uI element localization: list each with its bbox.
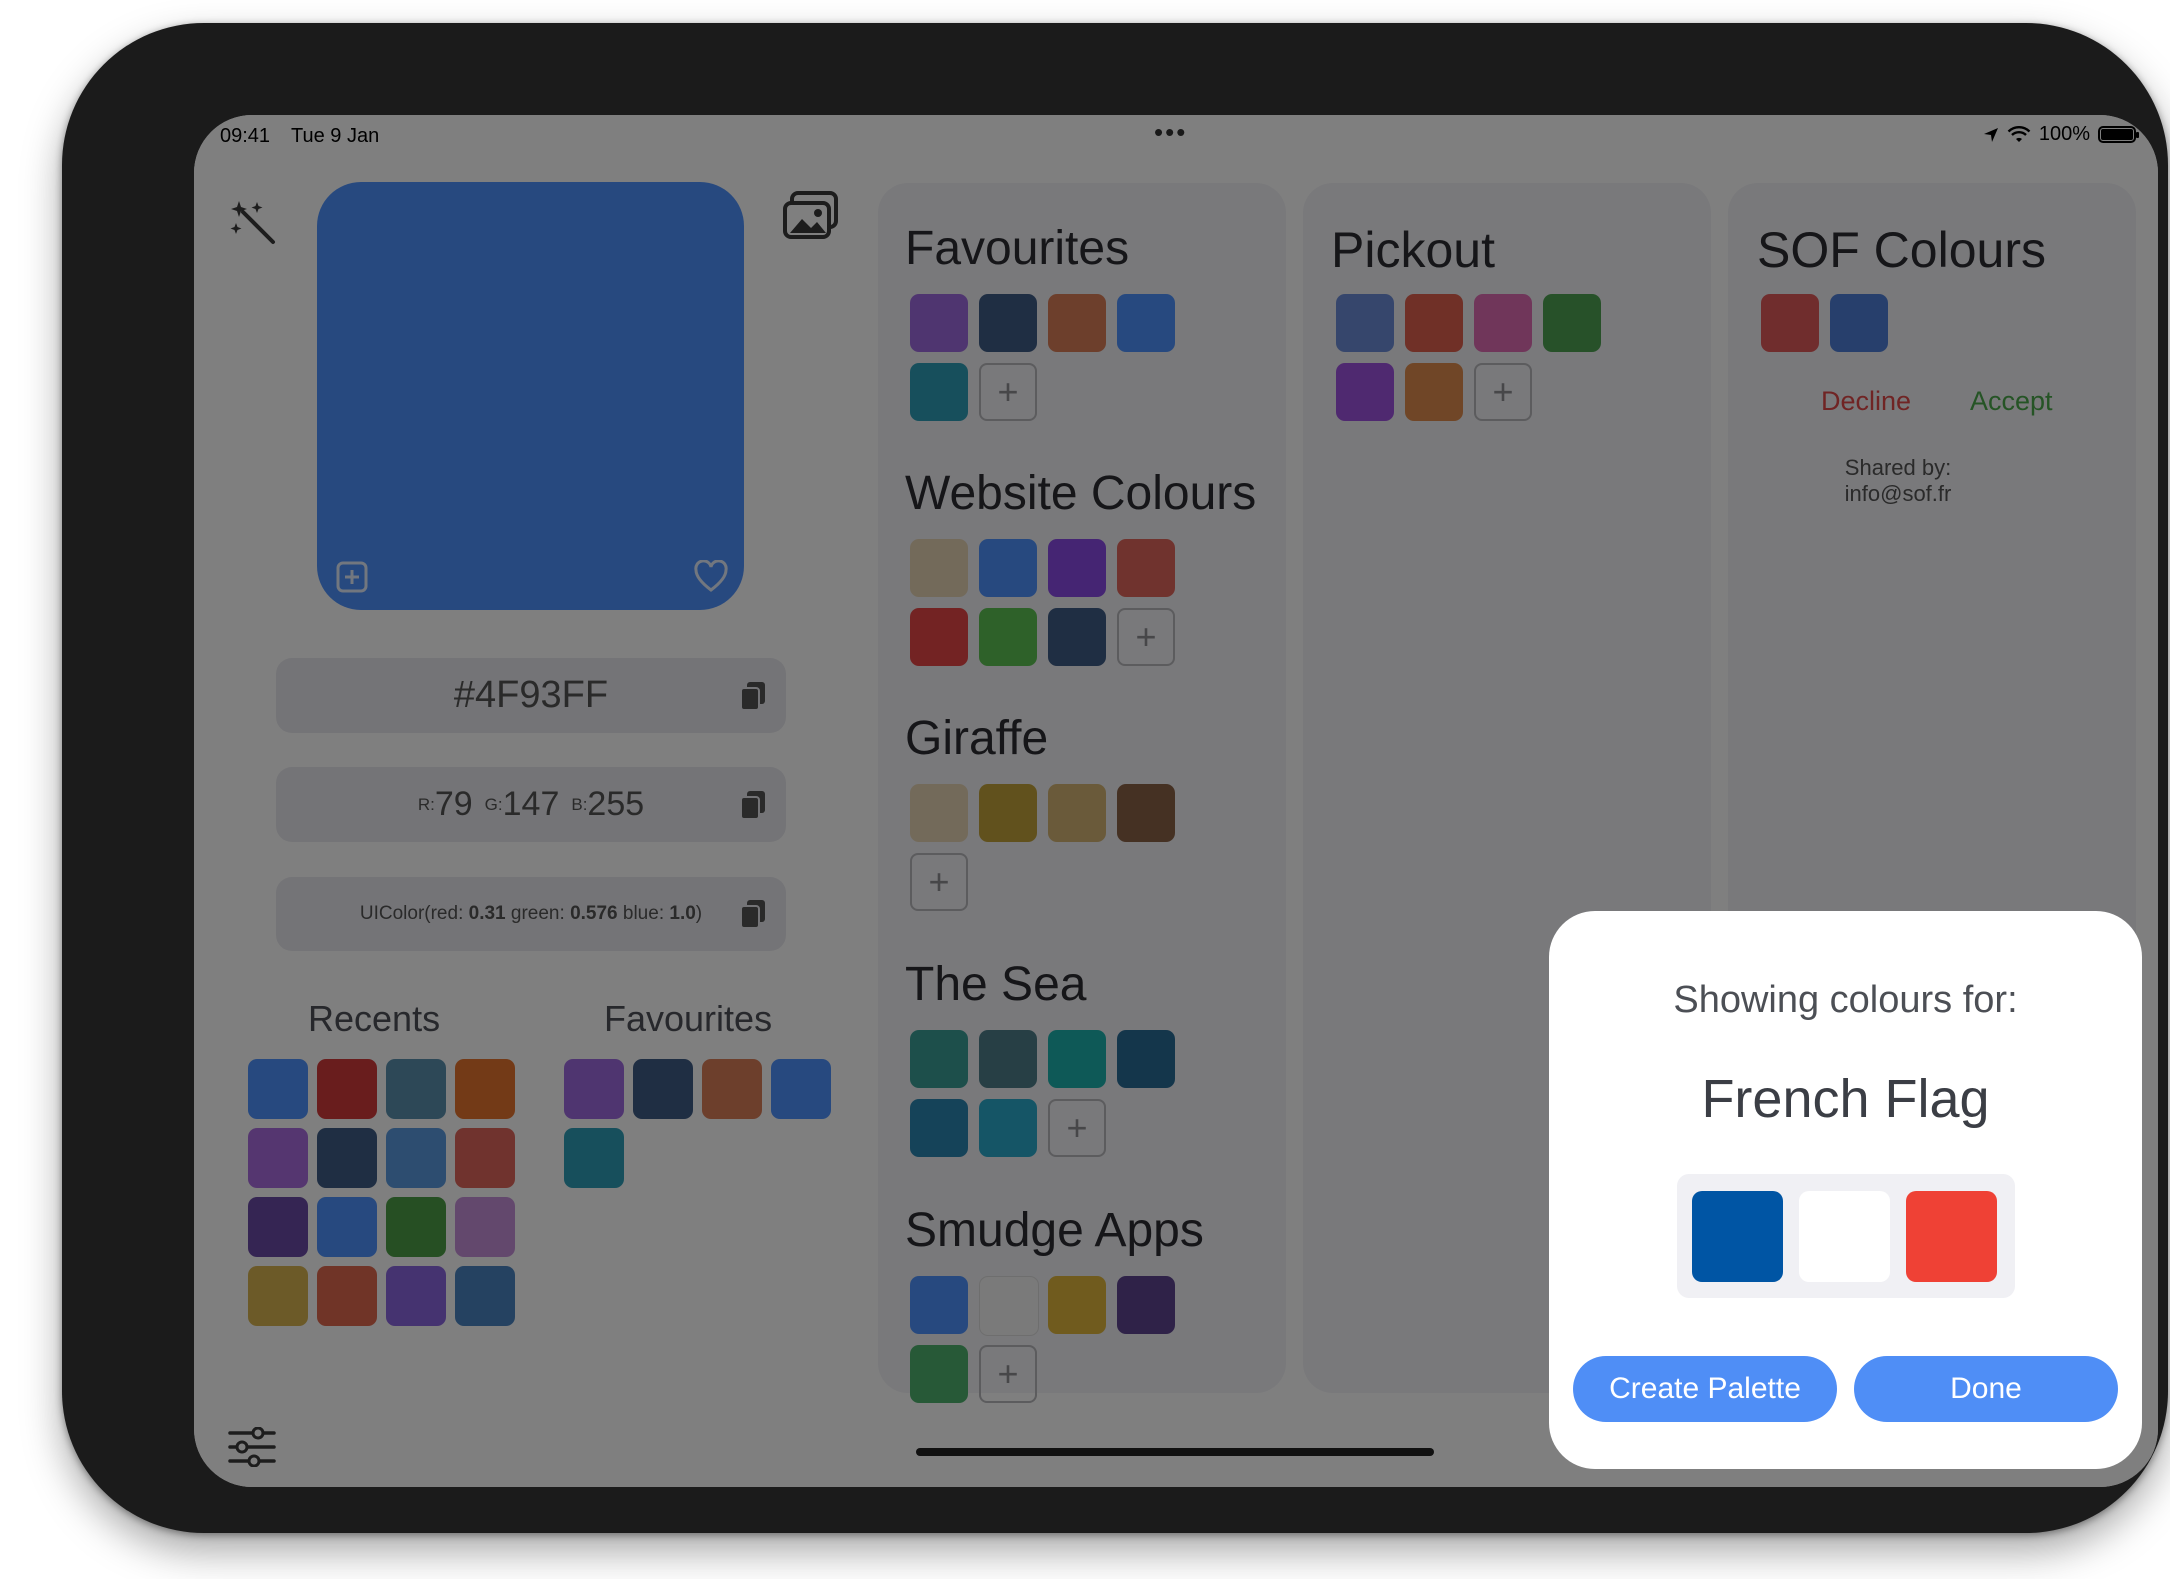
create-palette-button[interactable]: Create Palette — [1573, 1356, 1837, 1422]
home-indicator[interactable] — [916, 1448, 1434, 1456]
swatch-red[interactable] — [1906, 1191, 1997, 1282]
colour-sheet: Showing colours for: French Flag Create … — [1549, 911, 2142, 1469]
done-button[interactable]: Done — [1854, 1356, 2118, 1422]
sheet-title: French Flag — [1701, 1069, 1990, 1129]
device-bezel: 09:41 Tue 9 Jan ••• 100% #4F93FF R: 79 G… — [62, 23, 2168, 1533]
app-screen: 09:41 Tue 9 Jan ••• 100% #4F93FF R: 79 G… — [194, 115, 2158, 1487]
flag-swatches — [1677, 1174, 2015, 1298]
sheet-subtitle: Showing colours for: — [1673, 979, 2018, 1021]
swatch-blue[interactable] — [1692, 1191, 1783, 1282]
swatch-white[interactable] — [1799, 1191, 1890, 1282]
